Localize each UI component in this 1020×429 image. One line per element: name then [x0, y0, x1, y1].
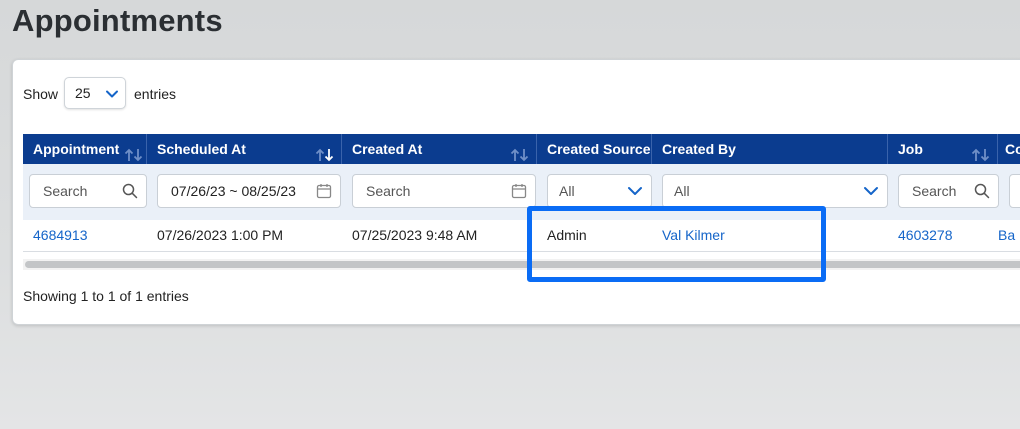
chevron-down-icon: [105, 87, 119, 106]
select-value: All: [559, 183, 575, 199]
chevron-down-icon: [627, 184, 643, 201]
horizontal-scrollbar[interactable]: [23, 259, 1020, 270]
search-placeholder: Search: [366, 183, 411, 199]
page-title: Appointments: [12, 3, 223, 38]
entries-per-page-select[interactable]: 25: [64, 77, 126, 109]
search-icon: [122, 183, 138, 202]
select-value: All: [674, 183, 690, 199]
column-label: Created By: [662, 141, 736, 157]
search-placeholder: Search: [43, 183, 88, 199]
created-at-search-input[interactable]: Search: [352, 174, 536, 208]
calendar-icon: [316, 183, 332, 202]
filter-row: Search 07/26/23 ~ 08/25/23 Search All Al…: [23, 164, 1020, 221]
column-label: Appointment: [33, 141, 120, 157]
job-search-input[interactable]: Search: [898, 174, 999, 208]
sort-icon: [510, 142, 530, 162]
entries-per-page-value: 25: [75, 85, 91, 101]
column-header-created-at[interactable]: Created At: [342, 134, 537, 164]
entries-label: entries: [134, 86, 177, 102]
sort-icon: [971, 142, 991, 162]
table-info: Showing 1 to 1 of 1 entries: [23, 288, 189, 304]
sort-icon: [124, 142, 144, 162]
appointment-link[interactable]: 4684913: [23, 220, 88, 251]
show-label: Show: [23, 86, 59, 102]
scheduled-date-range-input[interactable]: 07/26/23 ~ 08/25/23: [157, 174, 341, 208]
column-header-scheduled-at[interactable]: Scheduled At: [147, 134, 342, 164]
appointments-card: Show 25 entries Appointment Scheduled At…: [12, 59, 1020, 325]
co-link[interactable]: Ba: [998, 220, 1015, 251]
job-link[interactable]: 4603278: [888, 220, 953, 251]
column-label: Job: [898, 141, 923, 157]
appointment-search-input[interactable]: Search: [29, 174, 147, 208]
column-label: Created Source: [547, 141, 651, 157]
table-header: Appointment Scheduled At Created At Crea…: [23, 134, 1020, 164]
chevron-down-icon: [863, 184, 879, 201]
created-at-cell: 07/25/2023 9:48 AM: [352, 227, 478, 243]
appointments-table: Appointment Scheduled At Created At Crea…: [23, 134, 1020, 272]
table-row: 4684913 07/26/2023 1:00 PM 07/25/2023 9:…: [23, 220, 1020, 252]
scrollbar-thumb[interactable]: [25, 261, 1020, 268]
search-placeholder: Search: [912, 183, 957, 199]
column-header-co[interactable]: Co: [998, 134, 1020, 164]
date-range-value: 07/26/23 ~ 08/25/23: [171, 183, 296, 199]
highlight-annotation-box: [527, 206, 826, 282]
co-filter-input[interactable]: [1009, 174, 1020, 208]
created-by-select[interactable]: All: [662, 174, 888, 208]
calendar-icon: [511, 183, 527, 202]
column-label: Scheduled At: [157, 141, 246, 157]
column-header-created-source[interactable]: Created Source: [537, 134, 652, 164]
column-header-appointment[interactable]: Appointment: [23, 134, 147, 164]
column-label: Co: [1005, 141, 1020, 157]
created-source-select[interactable]: All: [547, 174, 652, 208]
search-icon: [974, 183, 990, 202]
column-label: Created At: [352, 141, 423, 157]
sort-descending-icon: [315, 142, 335, 162]
scheduled-at-cell: 07/26/2023 1:00 PM: [157, 227, 284, 243]
column-header-job[interactable]: Job: [888, 134, 998, 164]
column-header-created-by[interactable]: Created By: [652, 134, 888, 164]
